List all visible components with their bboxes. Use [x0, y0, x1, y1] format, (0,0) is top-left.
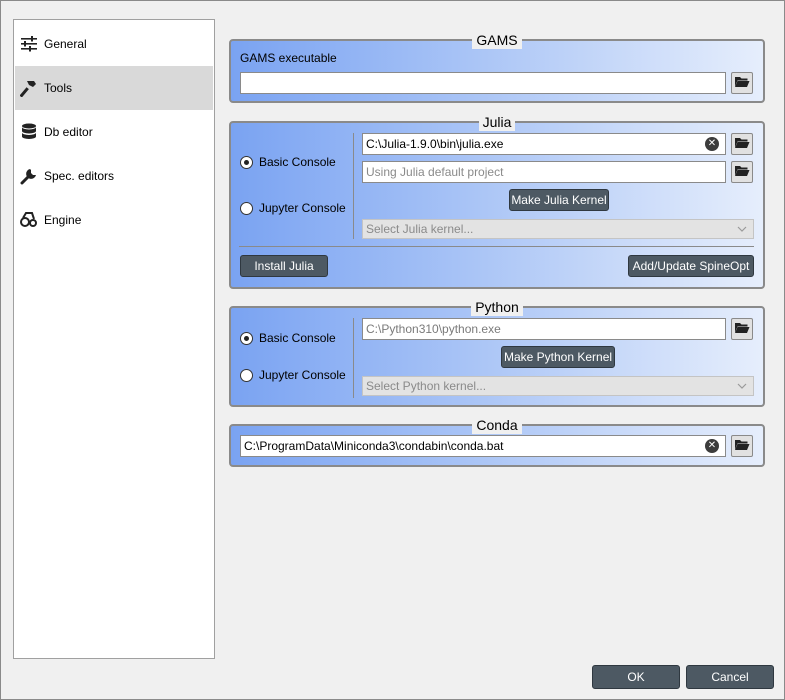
julia-project-browse-button[interactable] — [731, 161, 753, 183]
julia-executable-input[interactable]: C:\Julia-1.9.0\bin\julia.exe ✕ — [362, 133, 726, 155]
sidebar-item-general[interactable]: General — [15, 22, 213, 66]
chevron-down-icon — [737, 223, 747, 233]
gams-executable-label: GAMS executable — [240, 51, 337, 65]
wrench-icon — [19, 166, 39, 186]
python-group-title: Python — [471, 298, 523, 316]
gams-group-title: GAMS — [472, 31, 522, 49]
julia-group-title: Julia — [478, 113, 516, 131]
conda-group: Conda C:\ProgramData\Miniconda3\condabin… — [229, 416, 765, 467]
python-jupyter-console-radio[interactable]: Jupyter Console — [240, 368, 346, 382]
clear-icon[interactable]: ✕ — [705, 137, 719, 151]
julia-executable-browse-button[interactable] — [731, 133, 753, 155]
gams-executable-input[interactable] — [240, 72, 726, 94]
julia-project-input[interactable]: Using Julia default project — [362, 161, 726, 183]
folder-open-icon — [734, 75, 750, 91]
julia-group: Julia Basic Console Jupyter Console C:\J… — [229, 113, 765, 289]
chevron-down-icon — [737, 380, 747, 390]
python-vertical-divider — [353, 318, 354, 398]
hammer-icon — [19, 78, 39, 98]
folder-open-icon — [734, 321, 750, 337]
engine-icon — [19, 210, 39, 230]
sidebar-item-spec-editors[interactable]: Spec. editors — [15, 154, 213, 198]
julia-vertical-divider — [353, 133, 354, 239]
python-basic-console-radio[interactable]: Basic Console — [240, 331, 336, 345]
sidebar-item-label: General — [44, 37, 87, 51]
conda-group-title: Conda — [472, 416, 522, 434]
conda-executable-input[interactable]: C:\ProgramData\Miniconda3\condabin\conda… — [240, 435, 726, 457]
julia-horizontal-divider — [239, 246, 754, 247]
gams-browse-button[interactable] — [731, 72, 753, 94]
settings-sidebar: General Tools Db editor Spec. editors En… — [13, 19, 215, 659]
conda-browse-button[interactable] — [731, 435, 753, 457]
sidebar-item-label: Spec. editors — [44, 169, 115, 183]
sidebar-item-engine[interactable]: Engine — [15, 198, 213, 242]
folder-open-icon — [734, 164, 750, 180]
julia-kernel-select[interactable]: Select Julia kernel... — [362, 219, 754, 239]
ok-button[interactable]: OK — [592, 665, 680, 689]
folder-open-icon — [734, 136, 750, 152]
clear-icon[interactable]: ✕ — [705, 439, 719, 453]
julia-basic-console-radio[interactable]: Basic Console — [240, 155, 336, 169]
settings-window: General Tools Db editor Spec. editors En… — [0, 0, 785, 700]
python-browse-button[interactable] — [731, 318, 753, 340]
python-executable-input[interactable]: C:\Python310\python.exe — [362, 318, 726, 340]
sidebar-item-db-editor[interactable]: Db editor — [15, 110, 213, 154]
python-kernel-select[interactable]: Select Python kernel... — [362, 376, 754, 396]
update-spineopt-button[interactable]: Add/Update SpineOpt — [628, 255, 754, 277]
make-julia-kernel-button[interactable]: Make Julia Kernel — [509, 189, 609, 211]
gams-group: GAMS GAMS executable — [229, 31, 765, 103]
python-group: Python Basic Console Jupyter Console C:\… — [229, 298, 765, 407]
install-julia-button[interactable]: Install Julia — [240, 255, 328, 277]
sidebar-item-label: Db editor — [44, 125, 93, 139]
julia-jupyter-console-radio[interactable]: Jupyter Console — [240, 201, 346, 215]
sidebar-item-tools[interactable]: Tools — [15, 66, 213, 110]
sidebar-item-label: Tools — [44, 81, 73, 95]
make-python-kernel-button[interactable]: Make Python Kernel — [501, 346, 615, 368]
database-icon — [19, 122, 39, 142]
cancel-button[interactable]: Cancel — [686, 665, 774, 689]
sliders-icon — [19, 34, 39, 54]
folder-open-icon — [734, 438, 750, 454]
sidebar-item-label: Engine — [44, 213, 82, 227]
